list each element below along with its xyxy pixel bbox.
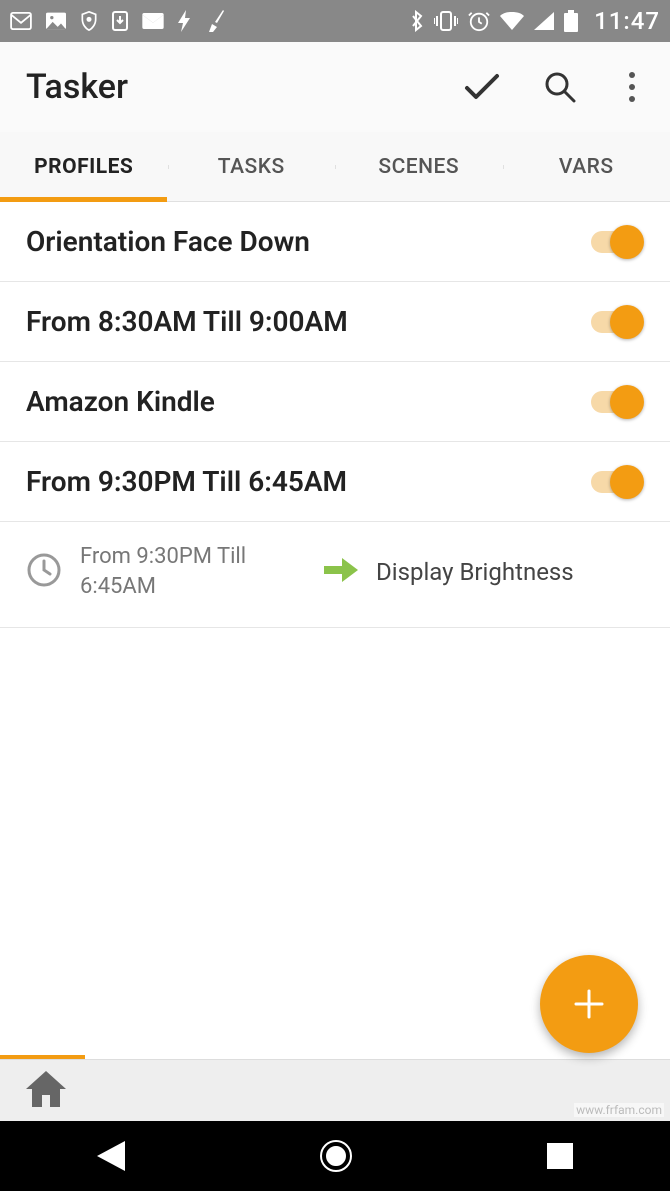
profile-row[interactable]: From 9:30PM Till 6:45AM [0,442,670,522]
search-icon[interactable] [544,71,576,103]
android-nav-bar [0,1121,670,1191]
profile-condition-text: From 9:30PM Till 6:45AM [80,542,306,601]
bolt-icon [178,10,192,32]
wifi-icon [500,12,524,30]
gallery-icon [46,12,66,30]
tab-indicator [0,197,167,202]
signal-icon [534,12,554,30]
profile-title: From 9:30PM Till 6:45AM [26,465,586,498]
tab-bar: PROFILES TASKS SCENES VARS [0,132,670,202]
profile-toggle[interactable] [586,306,644,338]
nav-home-icon[interactable] [319,1139,353,1173]
profile-task-name[interactable]: Display Brightness [376,558,574,586]
arrow-right-icon [324,556,358,588]
action-bar: Tasker [0,42,670,132]
tab-vars[interactable]: VARS [503,155,670,179]
clock-icon [26,552,62,592]
overflow-menu-icon[interactable] [620,72,644,102]
profile-condition: From 9:30PM Till 6:45AM [26,542,306,601]
battery-icon [564,10,578,32]
app-title: Tasker [26,67,128,107]
status-clock: 11:47 [594,7,660,35]
status-right-icons: 11:47 [410,7,660,35]
tab-profiles[interactable]: PROFILES [0,155,168,179]
profile-row[interactable]: From 8:30AM Till 9:00AM [0,282,670,362]
shield-icon [80,11,98,31]
tab-tasks[interactable]: TASKS [168,155,336,179]
add-fab[interactable] [540,955,638,1053]
gmail-icon [10,12,32,30]
action-bar-actions [464,71,644,103]
status-bar: 11:47 [0,0,670,42]
profile-toggle[interactable] [586,466,644,498]
tab-scenes[interactable]: SCENES [335,155,503,179]
status-left-icons [10,10,224,32]
vibrate-icon [434,11,458,31]
brush-icon [206,10,224,32]
nav-back-icon[interactable] [97,1141,125,1171]
app-screen: 11:47 Tasker PROFILES TASKS SCENES VARS … [0,0,670,1191]
profile-title: Orientation Face Down [26,225,586,258]
watermark: www.frfam.com [574,1103,664,1117]
apply-icon[interactable] [464,73,500,101]
profile-title: From 8:30AM Till 9:00AM [26,305,586,338]
profile-detail-row[interactable]: From 9:30PM Till 6:45AM Display Brightne… [0,522,670,628]
profile-toggle[interactable] [586,386,644,418]
profile-row[interactable]: Amazon Kindle [0,362,670,442]
profile-toggle[interactable] [586,226,644,258]
bottom-tab-bar [0,1059,670,1121]
download-icon [112,11,128,31]
nav-recent-icon[interactable] [547,1143,573,1169]
home-icon[interactable] [26,1071,66,1111]
mail-icon [142,13,164,29]
bluetooth-icon [410,10,424,32]
profile-title: Amazon Kindle [26,385,586,418]
profile-row[interactable]: Orientation Face Down [0,202,670,282]
alarm-icon [468,10,490,32]
